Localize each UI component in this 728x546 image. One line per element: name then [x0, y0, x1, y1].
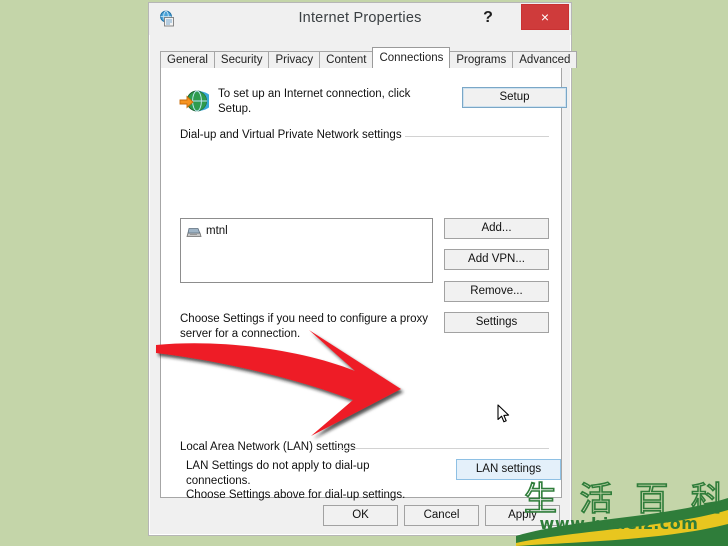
add-button[interactable]: Add... [444, 218, 549, 239]
globe-icon [179, 88, 213, 116]
tab-strip: General Security Privacy Content Connect… [160, 47, 578, 68]
connections-listbox[interactable]: mtnl [180, 218, 433, 283]
tab-privacy[interactable]: Privacy [268, 51, 321, 68]
ok-button[interactable]: OK [323, 505, 398, 526]
lan-settings-button[interactable]: LAN settings [456, 459, 561, 480]
proxy-description: Choose Settings if you need to configure… [180, 313, 429, 340]
tab-security[interactable]: Security [213, 51, 270, 68]
add-vpn-button[interactable]: Add VPN... [444, 249, 549, 270]
tab-connections[interactable]: Connections [372, 47, 451, 68]
modem-icon [186, 224, 202, 238]
setup-button[interactable]: Setup [462, 87, 567, 108]
title-bar: Internet Properties ? × [149, 3, 571, 35]
dialup-group-label: Dial-up and Virtual Private Network sett… [180, 129, 407, 141]
list-item[interactable]: mtnl [186, 223, 228, 239]
setup-description: To set up an Internet connection, click … [218, 88, 411, 115]
settings-button[interactable]: Settings [444, 312, 549, 333]
dialup-group-rule [405, 136, 549, 137]
connections-tab-page: To set up an Internet connection, click … [160, 67, 567, 501]
cancel-button[interactable]: Cancel [404, 505, 479, 526]
tab-programs[interactable]: Programs [449, 51, 514, 68]
close-button[interactable]: × [521, 4, 569, 30]
watermark-char-2: 活 [579, 478, 614, 519]
tab-content[interactable]: Content [319, 51, 374, 68]
window-title: Internet Properties [298, 10, 422, 26]
lan-group-rule [338, 448, 549, 449]
list-item-label: mtnl [206, 225, 228, 237]
remove-button[interactable]: Remove... [444, 281, 549, 302]
dialog-footer: OK Cancel Apply [149, 496, 571, 535]
watermark-char-4: 科 [690, 478, 725, 519]
apply-button[interactable]: Apply [485, 505, 560, 526]
lan-description-line1: LAN Settings do not apply to dial-up con… [186, 460, 370, 487]
watermark-char-3: 百 [635, 478, 670, 519]
lan-group-label: Local Area Network (LAN) settings [180, 441, 361, 453]
setup-row: To set up an Internet connection, click … [179, 87, 567, 121]
help-button[interactable]: ? [477, 7, 499, 29]
tab-advanced[interactable]: Advanced [512, 51, 578, 68]
tab-general[interactable]: General [160, 51, 215, 68]
internet-properties-dialog: Internet Properties ? × General Security… [148, 2, 578, 536]
